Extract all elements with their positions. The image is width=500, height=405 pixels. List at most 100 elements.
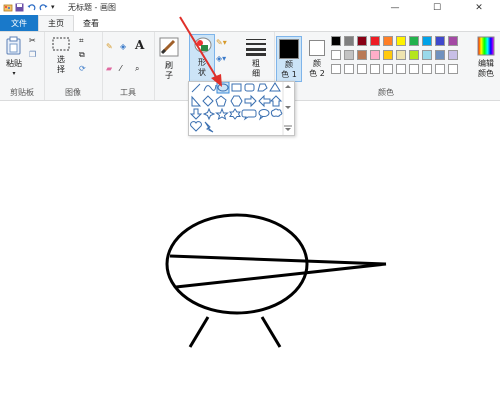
color-swatch[interactable] xyxy=(422,36,432,46)
color-swatch[interactable] xyxy=(383,36,393,46)
custom-color-slot[interactable] xyxy=(409,64,419,74)
color-swatch[interactable] xyxy=(357,50,367,60)
color-swatch[interactable] xyxy=(370,50,380,60)
fill-button[interactable]: ◈▾ xyxy=(216,54,226,64)
custom-color-slot[interactable] xyxy=(448,64,458,74)
shape-pentagon[interactable] xyxy=(215,95,227,107)
color-swatch[interactable] xyxy=(448,50,458,60)
color-swatch[interactable] xyxy=(396,36,406,46)
shape-right-arrow[interactable] xyxy=(244,94,257,108)
tab-file[interactable]: 文件 xyxy=(0,15,38,31)
color2-label-2: 色 2 xyxy=(309,69,325,78)
shape-five-point-star[interactable] xyxy=(215,107,229,121)
shape-left-arrow[interactable] xyxy=(258,94,271,108)
rotate-button[interactable]: ⟳ xyxy=(79,64,86,74)
pencil-tool[interactable]: ✎ xyxy=(106,42,113,52)
shape-oval-callout[interactable] xyxy=(258,109,270,121)
shape-right-triangle[interactable] xyxy=(191,95,202,107)
shape-rounded-rectangle[interactable] xyxy=(244,83,255,92)
color-swatch[interactable] xyxy=(344,50,354,60)
resize-button[interactable]: ⧉ xyxy=(79,50,85,60)
copy-button[interactable]: ❐ xyxy=(29,50,36,60)
shape-heart[interactable] xyxy=(190,121,202,132)
edit-colors-button[interactable]: 编辑 颜色 xyxy=(473,36,499,79)
color-swatch[interactable] xyxy=(409,50,419,60)
color-swatch[interactable] xyxy=(331,36,341,46)
select-rectangle-icon xyxy=(52,37,70,51)
custom-color-slot[interactable] xyxy=(331,64,341,74)
color2-button[interactable]: 颜 色 2 xyxy=(305,36,329,79)
fill-tool[interactable]: ◈ xyxy=(120,42,126,52)
shape-rounded-callout[interactable] xyxy=(241,109,257,121)
customize-dropdown-icon[interactable]: ▾ xyxy=(51,3,60,12)
color-swatch[interactable] xyxy=(435,36,445,46)
size-button[interactable]: 粗 细 xyxy=(244,36,268,79)
cut-button[interactable]: ✂ xyxy=(29,36,36,46)
fill-icon: ◈▾ xyxy=(216,54,227,63)
color1-button[interactable]: 颜 色 1 xyxy=(276,36,302,82)
crop-button[interactable]: ⌗ xyxy=(79,36,84,46)
shape-cloud-callout[interactable] xyxy=(270,108,283,117)
color-swatch[interactable] xyxy=(435,50,445,60)
custom-color-slot[interactable] xyxy=(396,64,406,74)
drawn-leg-right xyxy=(260,316,282,348)
color-swatch[interactable] xyxy=(344,36,354,46)
shape-hexagon[interactable] xyxy=(230,95,243,107)
color-picker-tool[interactable]: ⁄ xyxy=(120,64,121,74)
shape-lightning[interactable] xyxy=(204,121,214,133)
close-button[interactable]: ✕ xyxy=(458,0,500,15)
paste-button[interactable]: 粘贴 ▾ xyxy=(2,36,26,79)
drawing-canvas[interactable] xyxy=(0,101,500,402)
magnifier-tool[interactable]: ⌕ xyxy=(135,64,139,74)
image-group-label: 图像 xyxy=(65,88,81,97)
color-swatch[interactable] xyxy=(357,36,367,46)
outline-button[interactable]: ✎▾ xyxy=(216,38,227,48)
redo-icon[interactable] xyxy=(39,3,48,12)
shape-up-arrow[interactable] xyxy=(269,95,283,107)
tab-home[interactable]: 主页 xyxy=(38,15,74,31)
custom-color-slot[interactable] xyxy=(370,64,380,74)
shape-triangle[interactable] xyxy=(269,82,281,92)
brushes-button[interactable]: 刷 子 xyxy=(156,36,182,81)
custom-color-slot[interactable] xyxy=(422,64,432,74)
shape-rectangle[interactable] xyxy=(231,83,242,92)
color-swatch[interactable] xyxy=(383,50,393,60)
gallery-expand-icon[interactable] xyxy=(284,125,292,131)
shape-polygon[interactable] xyxy=(257,83,268,92)
custom-color-slot[interactable] xyxy=(383,64,393,74)
drawn-line-lower xyxy=(175,262,387,289)
eraser-tool[interactable]: ▰ xyxy=(106,64,112,74)
brushes-label-1: 刷 xyxy=(165,61,173,70)
color-swatch[interactable] xyxy=(422,50,432,60)
minimize-button[interactable]: — xyxy=(374,0,416,15)
custom-color-slot[interactable] xyxy=(435,64,445,74)
save-icon[interactable] xyxy=(15,3,24,12)
text-tool[interactable]: A xyxy=(135,39,144,51)
color-swatch[interactable] xyxy=(396,50,406,60)
shape-six-point-star[interactable] xyxy=(229,108,241,120)
color-swatch[interactable] xyxy=(370,36,380,46)
shapes-button[interactable]: 形 状 xyxy=(189,34,215,82)
shape-four-point-star[interactable] xyxy=(202,107,216,121)
shape-down-arrow[interactable] xyxy=(189,108,203,120)
gallery-scroll-down-icon[interactable] xyxy=(285,106,291,109)
image-group: 选 择 ⌗ ⧉ ⟳ 图像 xyxy=(44,32,103,100)
magnifier-icon: ⌕ xyxy=(135,64,140,73)
drawing xyxy=(165,213,387,348)
copy-icon: ❐ xyxy=(29,50,37,59)
select-button[interactable]: 选 择 xyxy=(50,36,72,75)
gallery-scroll-up-icon[interactable] xyxy=(285,85,291,88)
shape-diamond[interactable] xyxy=(202,95,214,107)
undo-icon[interactable] xyxy=(27,3,36,12)
shape-line[interactable] xyxy=(191,83,201,93)
color-swatch[interactable] xyxy=(409,36,419,46)
maximize-button[interactable]: ☐ xyxy=(416,0,458,15)
tab-view[interactable]: 查看 xyxy=(74,15,108,31)
color2-swatch xyxy=(309,40,325,56)
shape-curve[interactable] xyxy=(203,84,217,92)
color-swatch[interactable] xyxy=(331,50,341,60)
shape-oval[interactable] xyxy=(216,81,230,94)
custom-color-slot[interactable] xyxy=(357,64,367,74)
color-swatch[interactable] xyxy=(448,36,458,46)
custom-color-slot[interactable] xyxy=(344,64,354,74)
